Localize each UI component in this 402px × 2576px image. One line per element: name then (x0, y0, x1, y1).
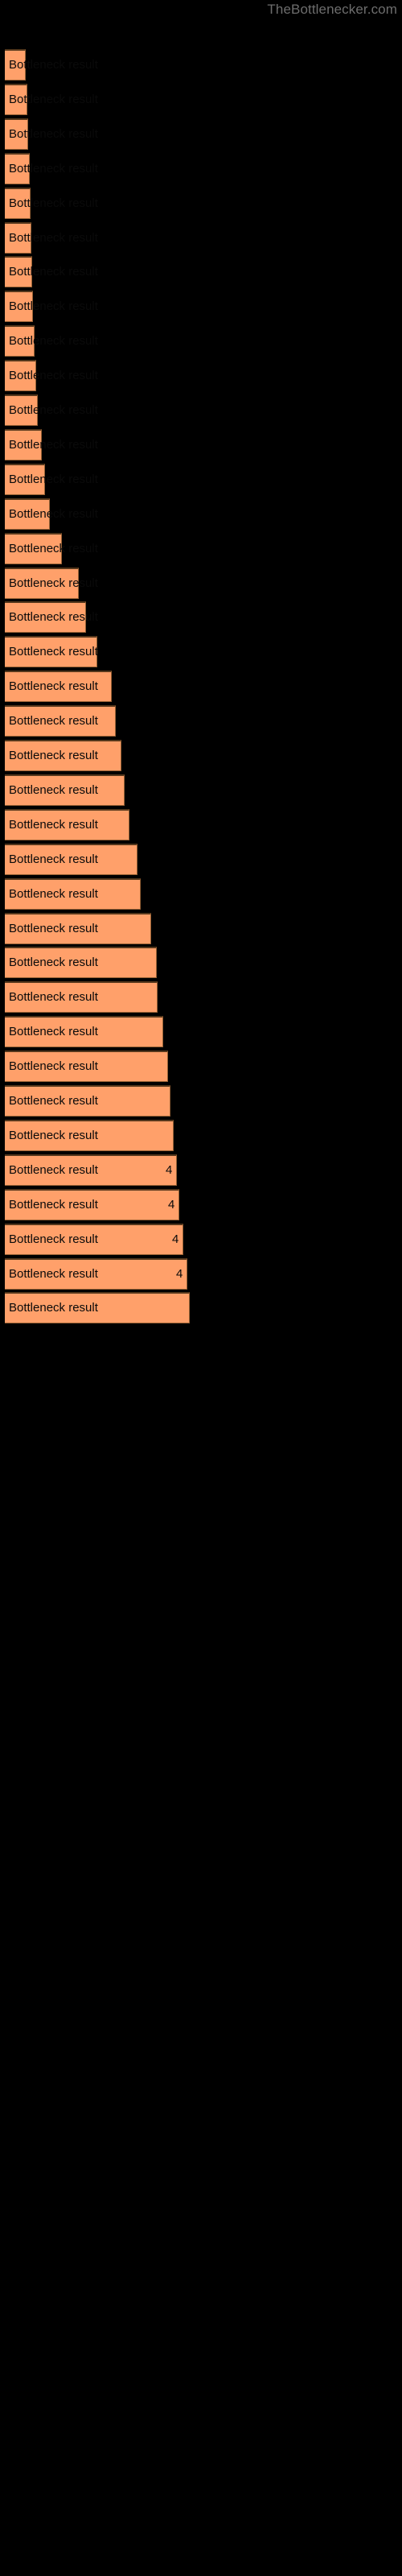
bar-row: Bottleneck result (0, 360, 402, 391)
bar-label: Bottleneck result (9, 1025, 98, 1038)
bar-label: Bottleneck result (9, 610, 98, 624)
bar-value-label: 4 (168, 1198, 175, 1212)
bar-label: Bottleneck result (9, 783, 98, 797)
bar-label: Bottleneck result (9, 679, 98, 693)
bar-row: Bottleneck result (0, 291, 402, 322)
bar-label: Bottleneck result (9, 265, 98, 279)
bar-label: Bottleneck result (9, 507, 98, 521)
bar-row: Bottleneck result 4 (0, 1154, 402, 1186)
bar-label: Bottleneck result (9, 334, 98, 348)
bar-row: Bottleneck result (0, 1292, 402, 1323)
bar-row: Bottleneck result (0, 809, 402, 840)
bar-label: Bottleneck result (9, 922, 98, 935)
bar-label: Bottleneck result (9, 299, 98, 313)
bar-label: Bottleneck result (9, 542, 98, 555)
bar-row: Bottleneck result (0, 188, 402, 219)
bar-value-label: 4 (172, 1232, 179, 1246)
bar-row: Bottleneck result (0, 601, 402, 633)
bar-label: Bottleneck result (9, 196, 98, 210)
bar-label: Bottleneck result (9, 127, 98, 141)
bar-row: Bottleneck result (0, 153, 402, 184)
bar-label: Bottleneck result (9, 714, 98, 728)
bar-row: Bottleneck result (0, 325, 402, 357)
bar-label: Bottleneck result (9, 93, 98, 106)
bar-label: Bottleneck result (9, 1059, 98, 1073)
bar-row: Bottleneck result (0, 1051, 402, 1082)
bar-row: Bottleneck result (0, 84, 402, 115)
bar-row: Bottleneck result (0, 878, 402, 910)
bar-label: Bottleneck result (9, 369, 98, 382)
bar-label: Bottleneck result (9, 438, 98, 452)
bar-row: Bottleneck result (0, 1016, 402, 1047)
bar-label: Bottleneck result (9, 1198, 98, 1212)
bar-value-label: 4 (176, 1267, 183, 1281)
bar-row: Bottleneck result (0, 568, 402, 599)
bar-label: Bottleneck result (9, 956, 98, 969)
bar-row: Bottleneck result (0, 222, 402, 254)
bar-row: Bottleneck result 4 (0, 1189, 402, 1220)
bar-row: Bottleneck result (0, 1085, 402, 1117)
bar-value-label: 4 (166, 1163, 173, 1177)
bar-row: Bottleneck result 4 (0, 1258, 402, 1290)
bar-label: Bottleneck result (9, 1129, 98, 1142)
bar-row: Bottleneck result (0, 740, 402, 771)
bar-label: Bottleneck result (9, 162, 98, 175)
bar-label: Bottleneck result (9, 1301, 98, 1315)
bar-label: Bottleneck result (9, 1094, 98, 1108)
bar-label: Bottleneck result (9, 1163, 98, 1177)
bar-label: Bottleneck result (9, 1232, 98, 1246)
bar-row: Bottleneck result (0, 705, 402, 737)
bar-label: Bottleneck result (9, 818, 98, 832)
bar-row: Bottleneck result (0, 671, 402, 702)
bar-label: Bottleneck result (9, 749, 98, 762)
bar-label: Bottleneck result (9, 473, 98, 486)
bar-row: Bottleneck result (0, 118, 402, 150)
bar-row: Bottleneck result (0, 913, 402, 944)
bar-label: Bottleneck result (9, 231, 98, 245)
bar-row: Bottleneck result 4 (0, 1224, 402, 1255)
bar-row: Bottleneck result (0, 636, 402, 667)
bar-row: Bottleneck result (0, 774, 402, 806)
bar-label: Bottleneck result (9, 1267, 98, 1281)
bar-row: Bottleneck result (0, 429, 402, 460)
bar-label: Bottleneck result (9, 58, 98, 72)
bar-row: Bottleneck result (0, 533, 402, 564)
bar-row: Bottleneck result (0, 464, 402, 495)
bar-row: Bottleneck result (0, 981, 402, 1013)
bar-row: Bottleneck result (0, 844, 402, 875)
bar-row: Bottleneck result (0, 394, 402, 426)
bar-label: Bottleneck result (9, 403, 98, 417)
bar-row: Bottleneck result (0, 256, 402, 287)
bar-label: Bottleneck result (9, 576, 98, 590)
bar-label: Bottleneck result (9, 645, 98, 658)
bar-row: Bottleneck result (0, 947, 402, 978)
bar-label: Bottleneck result (9, 990, 98, 1004)
bar-row: Bottleneck result (0, 49, 402, 80)
bar-label: Bottleneck result (9, 852, 98, 866)
bar-label: Bottleneck result (9, 887, 98, 901)
bottleneck-bar-chart: Bottleneck result Bottleneck result Bottle… (0, 0, 402, 2576)
bar-row: Bottleneck result (0, 1120, 402, 1151)
bar-row: Bottleneck result (0, 498, 402, 530)
